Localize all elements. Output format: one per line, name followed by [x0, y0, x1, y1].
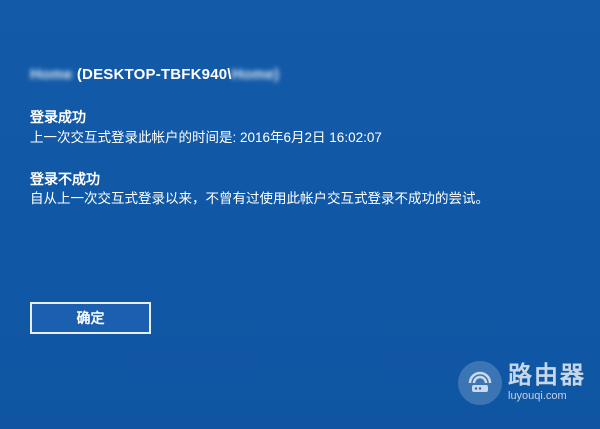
blurred-username: Home — [30, 66, 73, 83]
last-login-time-text: 上一次交互式登录此帐户的时间是: 2016年6月2日 16:02:07 — [30, 130, 382, 145]
blurred-username-suffix: Home) — [231, 66, 280, 83]
watermark: 路由器 luyouqi.com — [458, 361, 586, 405]
failed-attempts-text: 自从上一次交互式登录以来，不曾有过使用此帐户交互式登录不成功的尝试。 — [30, 191, 489, 206]
login-failure-title: 登录不成功 — [30, 171, 100, 187]
watermark-name: 路由器 — [508, 362, 586, 389]
computer-name: (DESKTOP-TBFK940\ — [76, 66, 232, 83]
ok-button[interactable]: 确定 — [30, 302, 151, 334]
watermark-url: luyouqi.com — [508, 390, 567, 402]
login-success-title: 登录成功 — [30, 109, 86, 125]
lock-screen-info-panel: Home (DESKTOP-TBFK940\Home) 登录成功 上一次交互式登… — [0, 0, 600, 429]
account-name: Home (DESKTOP-TBFK940\Home) — [30, 66, 279, 83]
router-logo-icon — [458, 361, 502, 405]
